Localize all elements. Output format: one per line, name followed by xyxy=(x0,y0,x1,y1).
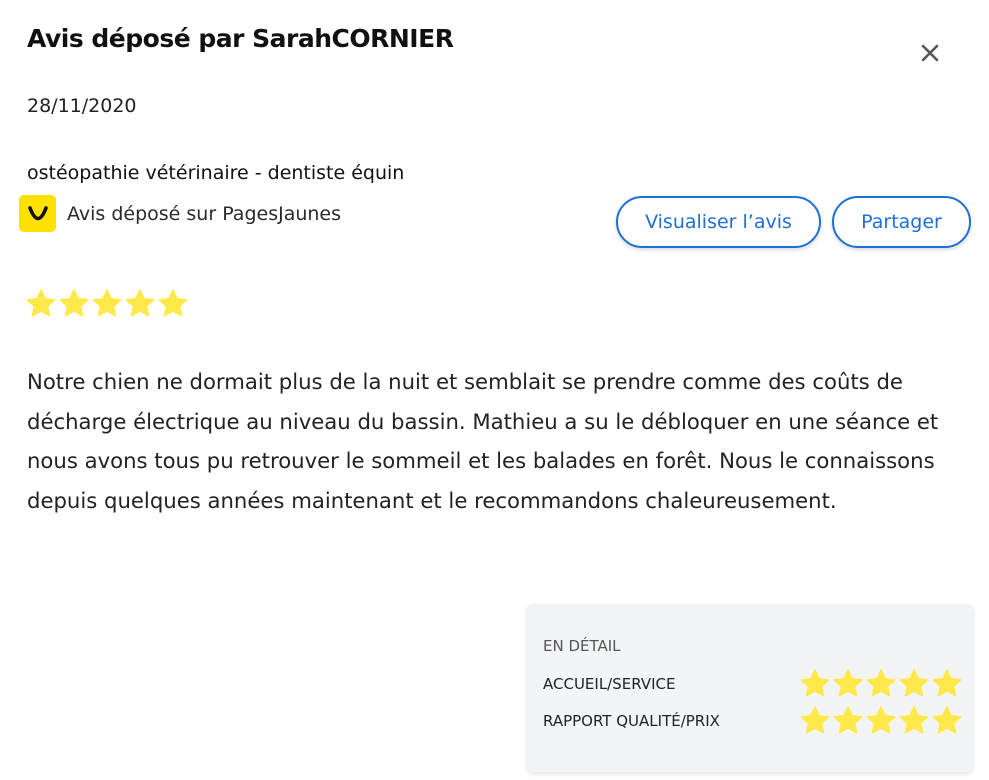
detail-heading: EN DÉTAIL xyxy=(543,637,621,655)
star-icon xyxy=(931,668,963,700)
star-icon xyxy=(931,705,963,737)
star-icon xyxy=(898,668,930,700)
star-icon xyxy=(157,288,189,320)
star-icon xyxy=(58,288,90,320)
star-icon xyxy=(832,668,864,700)
review-source-text: Avis déposé sur PagesJaunes xyxy=(67,202,342,225)
star-icon xyxy=(799,705,831,737)
star-icon xyxy=(799,668,831,700)
star-icon xyxy=(832,705,864,737)
star-icon xyxy=(25,288,57,320)
detail-row-rapport-qualite-prix: RAPPORT QUALITÉ/PRIX xyxy=(543,705,963,737)
star-icon xyxy=(865,705,897,737)
star-icon xyxy=(91,288,123,320)
business-category: ostéopathie vétérinaire - dentiste équin xyxy=(27,162,405,184)
review-title: Avis déposé par SarahCORNIER xyxy=(27,24,454,53)
share-button[interactable]: Partager xyxy=(832,196,971,248)
review-source: Avis déposé sur PagesJaunes xyxy=(19,195,341,232)
detail-row-accueil-service: ACCUEIL/SERVICE xyxy=(543,668,963,700)
pagesjaunes-logo-icon xyxy=(19,195,56,232)
review-text: Notre chien ne dormait plus de la nuit e… xyxy=(27,369,939,513)
review-date: 28/11/2020 xyxy=(27,95,137,117)
detail-row-label: ACCUEIL/SERVICE xyxy=(543,675,676,693)
overall-rating-stars xyxy=(25,288,189,320)
detail-row-label: RAPPORT QUALITÉ/PRIX xyxy=(543,712,720,730)
detail-row-stars xyxy=(799,705,963,737)
star-icon xyxy=(124,288,156,320)
rating-detail-panel: EN DÉTAIL ACCUEIL/SERVICE RAPPORT QUALIT… xyxy=(527,604,973,772)
view-review-button[interactable]: Visualiser l’avis xyxy=(616,196,821,248)
close-icon xyxy=(921,44,939,62)
close-button[interactable] xyxy=(913,36,947,70)
star-icon xyxy=(865,668,897,700)
star-icon xyxy=(898,705,930,737)
detail-row-stars xyxy=(799,668,963,700)
